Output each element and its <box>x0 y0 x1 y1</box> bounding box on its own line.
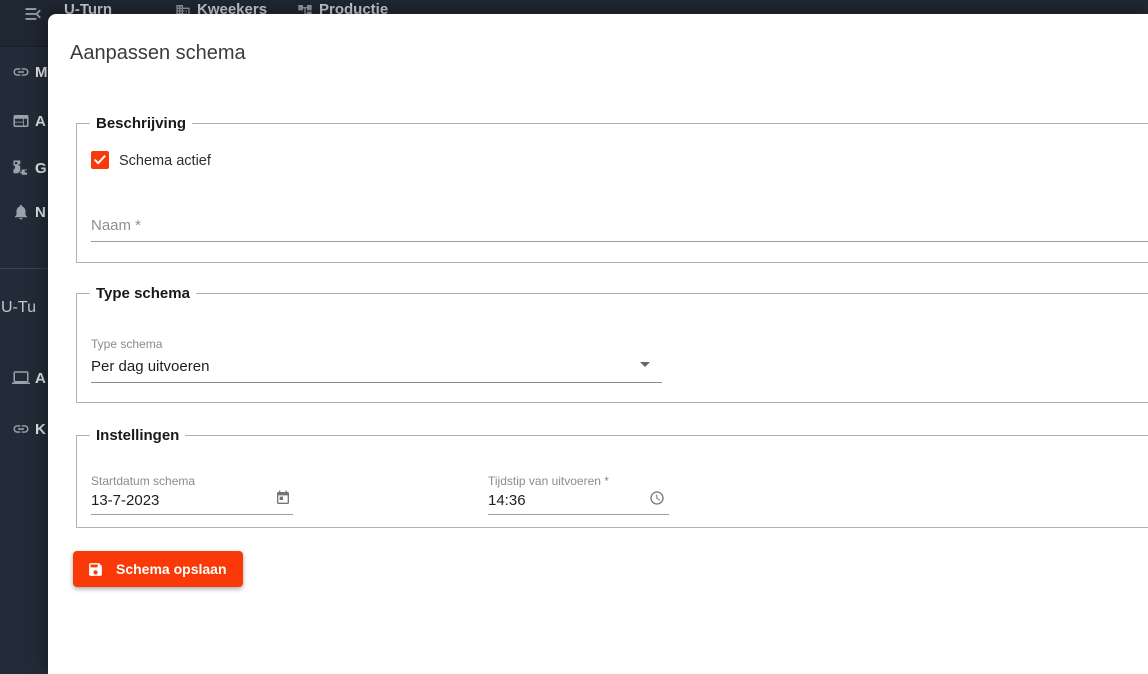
menu-open-icon[interactable] <box>23 4 43 22</box>
group-instellingen: Instellingen Startdatum schema Tijdstip … <box>76 427 1148 528</box>
sidebar-item-g[interactable]: G <box>12 159 47 177</box>
group-type-schema: Type schema Type schema Per dag uitvoere… <box>76 285 1148 403</box>
sidebar-item-m[interactable]: M <box>12 63 48 81</box>
startdatum-input[interactable] <box>91 486 293 515</box>
schema-actief-checkbox[interactable] <box>91 151 109 169</box>
group-legend: Type schema <box>90 285 196 302</box>
calendar-icon[interactable] <box>275 490 291 506</box>
sidebar-item-label: N <box>35 203 46 221</box>
page-title: Aanpassen schema <box>70 42 246 64</box>
sidebar-item-label: M <box>35 63 48 81</box>
link-icon <box>12 63 30 81</box>
group-beschrijving: Beschrijving Schema actief <box>76 115 1148 263</box>
laptop-icon <box>12 369 30 387</box>
sidebar-item-a2[interactable]: A <box>12 369 46 387</box>
checkmark-icon <box>94 155 106 165</box>
link-icon <box>12 420 30 438</box>
group-legend: Beschrijving <box>90 115 193 132</box>
panel-icon <box>12 112 30 130</box>
sidebar-item-a[interactable]: A <box>12 112 46 130</box>
dialog-aanpassen-schema: Aanpassen schema Beschrijving Schema act… <box>48 14 1148 674</box>
bell-icon <box>12 203 30 221</box>
save-icon <box>87 561 104 578</box>
sidebar-item-label: K <box>35 420 46 438</box>
sidebar-item-label: G <box>35 159 47 177</box>
select-label: Type schema <box>91 337 163 351</box>
save-button[interactable]: Schema opslaan <box>73 551 243 587</box>
clock-icon[interactable] <box>649 490 665 506</box>
save-button-label: Schema opslaan <box>116 561 227 577</box>
hierarchy-icon <box>12 159 30 177</box>
group-legend: Instellingen <box>90 427 186 444</box>
tijdstip-input[interactable] <box>488 486 669 515</box>
select-underline <box>91 382 662 383</box>
naam-input[interactable] <box>91 210 1148 242</box>
sidebar-section-header: U-Tu <box>1 299 36 316</box>
sidebar-item-label: A <box>35 112 46 130</box>
sidebar-item-n[interactable]: N <box>12 203 46 221</box>
checkbox-label: Schema actief <box>119 153 211 169</box>
sidebar-item-label: A <box>35 369 46 387</box>
type-schema-select[interactable] <box>91 352 662 383</box>
sidebar: M A G N U-Tu A K <box>0 46 48 674</box>
sidebar-item-k[interactable]: K <box>12 420 46 438</box>
sidebar-divider <box>0 268 48 269</box>
